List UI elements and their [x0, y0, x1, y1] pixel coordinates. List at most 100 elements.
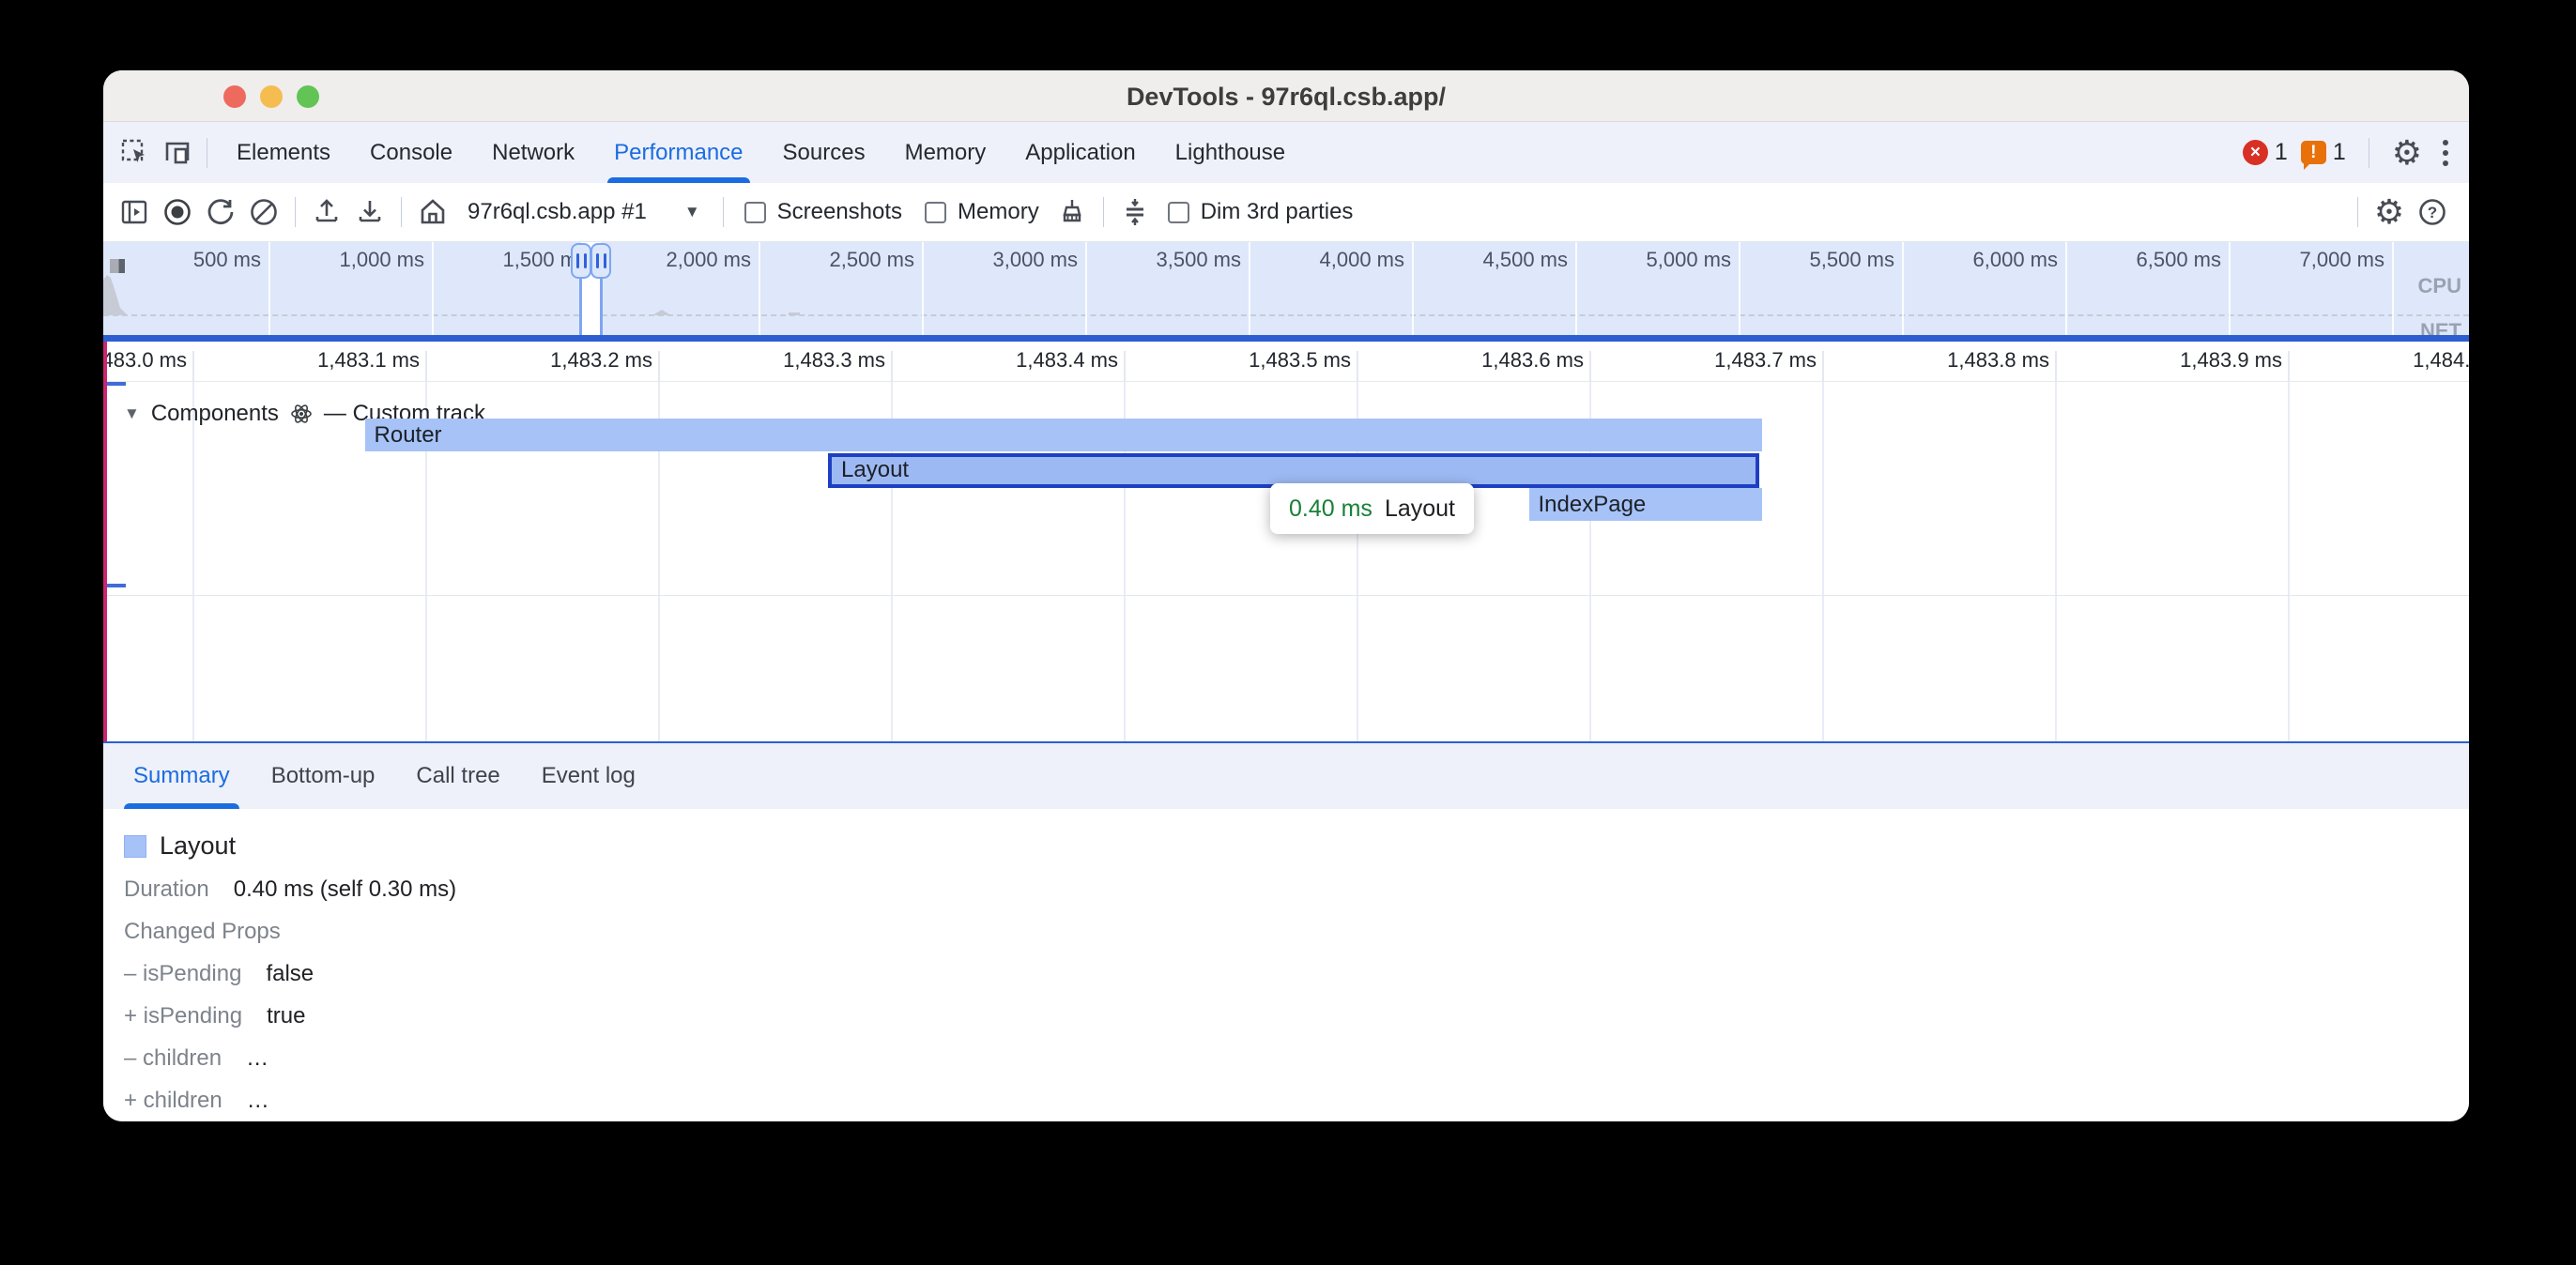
error-count: 1 — [2275, 139, 2288, 166]
more-options-icon[interactable] — [2435, 136, 2456, 170]
divider — [723, 197, 724, 227]
tooltip-name: Layout — [1385, 495, 1455, 523]
checkbox-box — [1168, 202, 1189, 223]
summary-row-value: … — [246, 1045, 268, 1071]
details-tabs: SummaryBottom-upCall treeEvent log — [113, 743, 656, 809]
window-title: DevTools - 97r6ql.csb.app/ — [103, 70, 2469, 122]
collapse-tracks-icon[interactable] — [1113, 191, 1157, 234]
checkbox-box — [925, 202, 946, 223]
record-and-reload-icon[interactable] — [199, 191, 242, 234]
summary-title: Layout — [160, 831, 236, 861]
upload-profile-icon[interactable] — [305, 191, 348, 234]
download-profile-icon[interactable] — [348, 191, 391, 234]
tab-sources[interactable]: Sources — [763, 122, 885, 183]
details-tab-call-tree[interactable]: Call tree — [395, 743, 520, 809]
selection-marker-line — [103, 342, 107, 741]
summary-row-value: true — [267, 1003, 305, 1029]
overview-tick-label: 7,000 ms — [2103, 248, 2384, 272]
summary-row-label: Duration — [124, 876, 209, 902]
tab-memory[interactable]: Memory — [885, 122, 1006, 183]
zoom-window-right-handle[interactable] — [590, 243, 611, 279]
summary-row: – children … — [124, 1045, 2469, 1072]
capture-settings-gear-icon[interactable]: ⚙ — [2368, 191, 2411, 234]
warning-icon: ! — [2301, 141, 2326, 164]
target-selector[interactable]: 97r6ql.csb.app #1 ▼ — [454, 199, 713, 225]
record-button[interactable] — [156, 191, 199, 234]
panel-tabs: ElementsConsoleNetworkPerformanceSources… — [217, 122, 1305, 183]
memory-label: Memory — [958, 199, 1039, 225]
tab-elements[interactable]: Elements — [217, 122, 350, 183]
tooltip-duration: 0.40 ms — [1289, 495, 1372, 523]
tab-network[interactable]: Network — [472, 122, 594, 183]
clear-icon[interactable] — [242, 191, 285, 234]
summary-row-value: false — [266, 961, 314, 986]
warning-badge[interactable]: ! 1 — [2301, 139, 2346, 166]
event-color-swatch — [124, 835, 146, 858]
device-toolbar-icon[interactable] — [156, 132, 197, 174]
screenshots-label: Screenshots — [777, 199, 902, 225]
collect-garbage-icon[interactable] — [1050, 191, 1094, 234]
details-tab-summary[interactable]: Summary — [113, 743, 251, 809]
details-tab-bar: SummaryBottom-upCall treeEvent log — [103, 741, 2469, 809]
summary-row-label: + isPending — [124, 1003, 242, 1029]
zoom-window-left-handle[interactable] — [571, 243, 591, 279]
flame-grid-line — [192, 382, 194, 741]
detail-time-ruler[interactable]: 1,483.0 ms1,483.1 ms1,483.2 ms1,483.3 ms… — [103, 342, 2469, 382]
summary-row-label: + children — [124, 1088, 222, 1113]
tab-console[interactable]: Console — [350, 122, 472, 183]
timeline-overview[interactable]: 500 ms1,000 ms1,500 ms2,000 ms2,500 ms3,… — [103, 242, 2469, 342]
dim-3rd-parties-checkbox[interactable]: Dim 3rd parties — [1157, 199, 1365, 225]
warning-count: 1 — [2333, 139, 2346, 166]
toggle-sidebar-icon[interactable] — [113, 191, 156, 234]
cpu-bump — [789, 312, 800, 315]
zoom-window-right-edge[interactable] — [600, 278, 603, 335]
flame-chart[interactable]: ▼ Components — Custom track RouterLayout… — [103, 382, 2469, 741]
divider — [2357, 197, 2358, 227]
summary-row-value: … — [247, 1088, 269, 1113]
error-badge[interactable]: × 1 — [2243, 139, 2288, 166]
details-tab-event-log[interactable]: Event log — [521, 743, 656, 809]
performance-toolbar: 97r6ql.csb.app #1 ▼ Screenshots Memory — [103, 183, 2469, 242]
home-icon[interactable] — [411, 191, 454, 234]
tab-application[interactable]: Application — [1005, 122, 1155, 183]
title-bar: DevTools - 97r6ql.csb.app/ — [103, 70, 2469, 122]
cpu-bump — [652, 310, 671, 315]
devtools-tab-bar: ElementsConsoleNetworkPerformanceSources… — [103, 122, 2469, 183]
summary-rows: Duration 0.40 ms (self 0.30 ms) Changed Pr… — [124, 876, 2469, 1114]
track-divider — [103, 595, 2469, 596]
summary-title-row: Layout — [124, 831, 2469, 861]
summary-row: Duration 0.40 ms (self 0.30 ms) — [124, 876, 2469, 903]
inspect-element-icon[interactable] — [115, 132, 156, 174]
flame-grid-line — [2055, 382, 2057, 741]
dim-3rd-parties-label: Dim 3rd parties — [1201, 199, 1354, 225]
details-tab-bottom-up[interactable]: Bottom-up — [251, 743, 396, 809]
divider — [1103, 197, 1104, 227]
memory-checkbox[interactable]: Memory — [913, 199, 1050, 225]
tab-lighthouse[interactable]: Lighthouse — [1156, 122, 1305, 183]
tab-performance[interactable]: Performance — [594, 122, 762, 183]
ruler-tick-label: 1,484.0 ms — [2233, 348, 2469, 373]
help-icon[interactable]: ? — [2411, 191, 2454, 234]
flame-bar-router[interactable]: Router — [365, 419, 1762, 451]
collapse-triangle-icon[interactable]: ▼ — [124, 404, 140, 423]
summary-row: Changed Props — [124, 919, 2469, 945]
flame-grid-line — [1822, 382, 1824, 741]
overview-grid-line — [2392, 242, 2394, 342]
summary-row-label: – children — [124, 1045, 222, 1071]
settings-gear-icon[interactable]: ⚙ — [2392, 136, 2422, 170]
error-icon: × — [2243, 140, 2268, 165]
flame-tooltip: 0.40 ms Layout — [1270, 483, 1474, 534]
devtools-window: DevTools - 97r6ql.csb.app/ ElementsConso… — [103, 70, 2469, 1121]
zoom-window-left-edge[interactable] — [579, 278, 582, 335]
summary-row: – isPendingfalse — [124, 961, 2469, 987]
cpu-lane-label: CPU — [2418, 274, 2461, 298]
target-selector-value: 97r6ql.csb.app #1 — [468, 199, 647, 225]
track-scroll-indicator — [105, 584, 126, 587]
flame-bar-indexpage[interactable]: IndexPage — [1529, 488, 1762, 521]
track-scroll-indicator — [105, 382, 126, 386]
divider — [401, 197, 402, 227]
divider — [295, 197, 296, 227]
summary-row-value: 0.40 ms (self 0.30 ms) — [234, 876, 456, 902]
network-activity-bar — [103, 335, 2469, 342]
screenshots-checkbox[interactable]: Screenshots — [733, 199, 913, 225]
